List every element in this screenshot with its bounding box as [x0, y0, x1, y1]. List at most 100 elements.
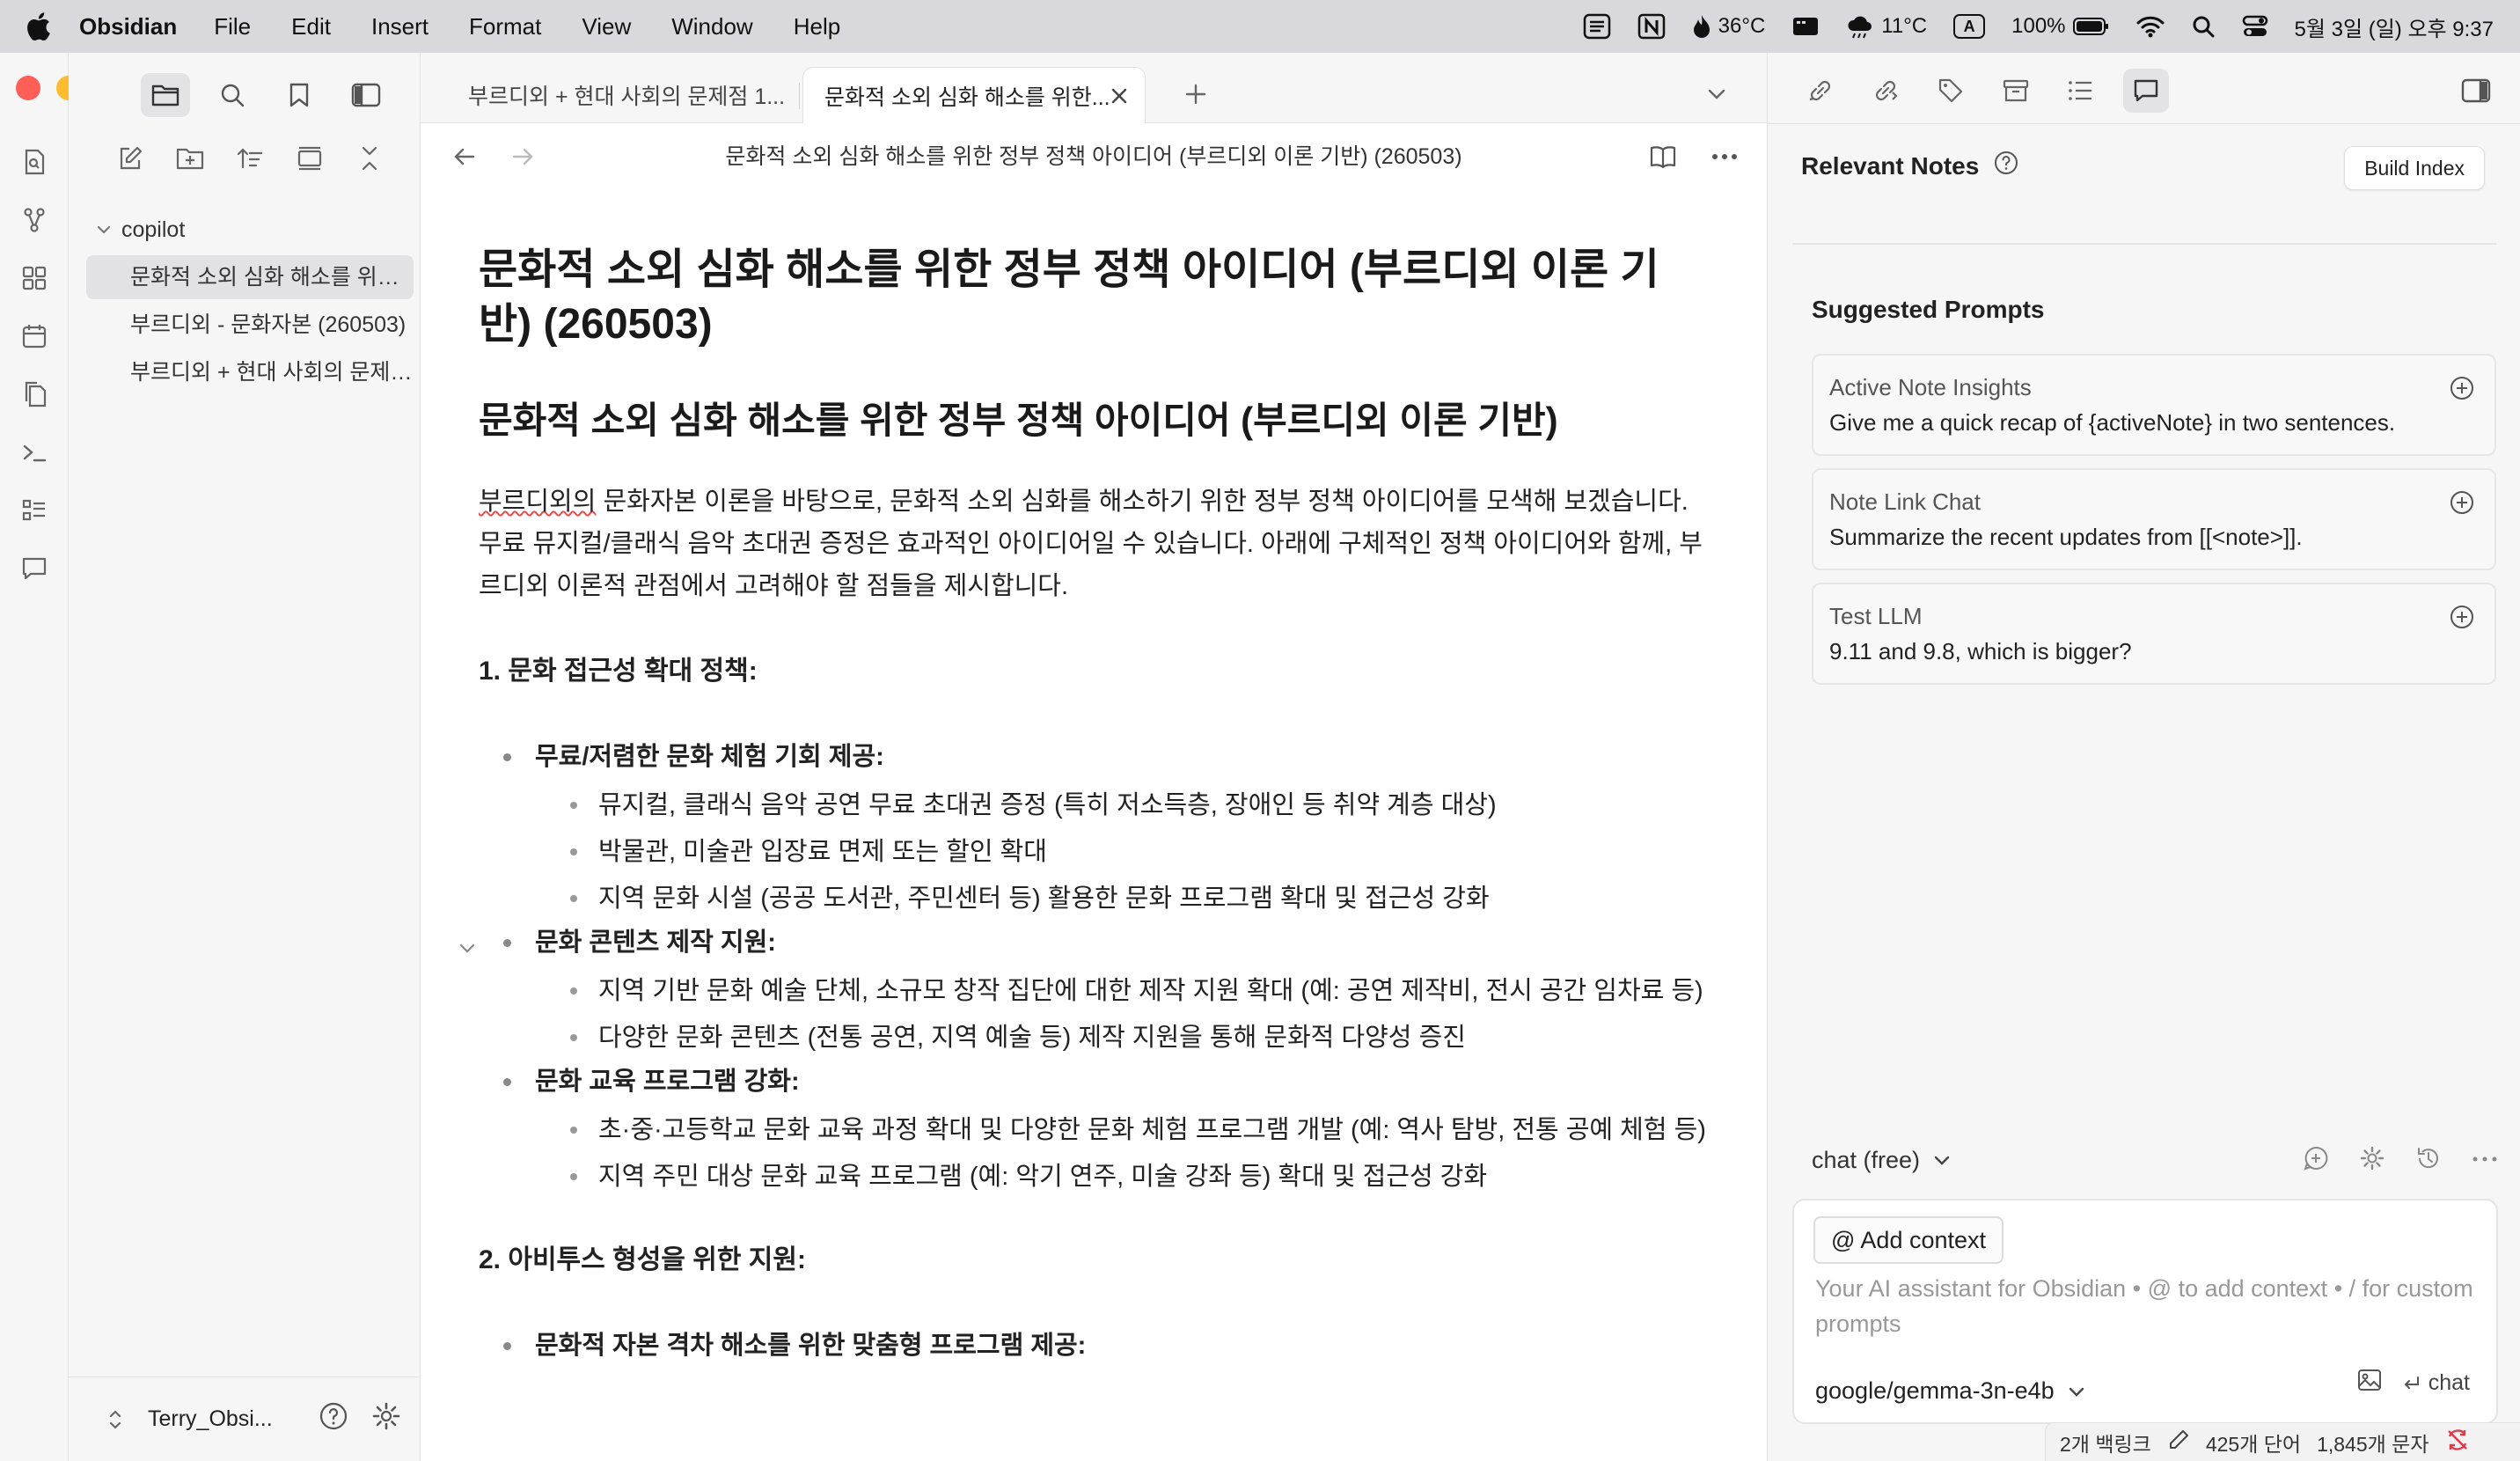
- chat-input-box[interactable]: @ Add context Your AI assistant for Obsi…: [1792, 1199, 2498, 1424]
- archive-icon[interactable]: [1993, 69, 2039, 113]
- menu-format[interactable]: Format: [469, 13, 541, 40]
- tab-bourdieu-modern-society[interactable]: 부르디외 + 현대 사회의 문제점 1...: [447, 67, 799, 123]
- edit-pencil-icon[interactable]: [2167, 1428, 2190, 1457]
- close-window-button[interactable]: [16, 76, 40, 100]
- sub-list-item[interactable]: 지역 기반 문화 예술 단체, 소규모 창작 집단에 대한 제작 지원 확대 (…: [535, 970, 1711, 1012]
- section-heading-2[interactable]: 2. 아비투스 형성을 위한 지원:: [479, 1238, 1711, 1282]
- sub-list-item[interactable]: 박물관, 미술관 입장료 면제 또는 할인 확대: [535, 831, 1711, 873]
- add-prompt-plus-icon[interactable]: [2449, 604, 2475, 635]
- battery-indicator[interactable]: 100%: [2011, 12, 2109, 40]
- notion-icon[interactable]: [1637, 12, 1666, 40]
- tags-icon[interactable]: [1928, 69, 1974, 113]
- copilot-chat-icon[interactable]: [18, 553, 50, 584]
- help-circle-icon[interactable]: [1993, 150, 2019, 182]
- file-item[interactable]: 부르디외 + 현대 사회의 문제점 (260503): [86, 350, 414, 394]
- menu-edit[interactable]: Edit: [291, 13, 331, 40]
- fold-chevron-down-icon[interactable]: [458, 927, 477, 973]
- menu-help[interactable]: Help: [794, 13, 840, 40]
- auto-reveal-icon[interactable]: [292, 141, 327, 176]
- copilot-chat-tab-icon[interactable]: [2123, 69, 2169, 113]
- note-heading-h2[interactable]: 문화적 소외 심화 해소를 위한 정부 정책 아이디어 (부르디외 이론 기반): [479, 396, 1711, 445]
- chat-mode-selector[interactable]: chat (free): [1812, 1147, 1952, 1174]
- send-chat-button[interactable]: chat: [2402, 1370, 2470, 1396]
- file-item[interactable]: 부르디외 - 문화자본 (260503): [86, 303, 414, 347]
- clock[interactable]: 5월 3일 (일) 오후 9:37: [2295, 11, 2494, 42]
- chat-input-placeholder[interactable]: Your AI assistant for Obsidian • @ to ad…: [1815, 1271, 2484, 1341]
- apple-logo-icon[interactable]: [23, 11, 53, 41]
- note-title-h1[interactable]: 문화적 소외 심화 해소를 위한 정부 정책 아이디어 (부르디외 이론 기반)…: [479, 243, 1711, 352]
- sub-list-item[interactable]: 지역 문화 시설 (공공 도서관, 주민센터 등) 활용한 문화 프로그램 확대…: [535, 877, 1711, 920]
- vault-switcher[interactable]: Terry_Obsi...: [69, 1377, 421, 1461]
- input-source-icon[interactable]: A: [1953, 12, 1986, 40]
- prompt-card[interactable]: Active Note Insights Give me a quick rec…: [1812, 354, 2496, 456]
- toggle-right-sidebar-icon[interactable]: [2453, 69, 2499, 113]
- new-tab-plus-icon[interactable]: [1174, 72, 1218, 116]
- daily-note-calendar-icon[interactable]: [18, 320, 50, 352]
- sort-order-icon[interactable]: [232, 141, 267, 176]
- list-item[interactable]: 문화 콘텐츠 제작 지원: 지역 기반 문화 예술 단체, 소규모 창작 집단에…: [459, 920, 1711, 1059]
- intro-paragraph[interactable]: 부르디외의 문화자본 이론을 바탕으로, 문화적 소외 심화를 해소하기 위한 …: [479, 481, 1711, 607]
- new-chat-icon[interactable]: [2303, 1145, 2329, 1176]
- chat-settings-gear-icon[interactable]: [2359, 1145, 2385, 1176]
- files-tab-folder-icon[interactable]: [141, 73, 190, 117]
- menu-view[interactable]: View: [582, 13, 631, 40]
- sub-list-item[interactable]: 뮤지컬, 클래식 음악 공연 무료 초대권 증정 (특히 저소득층, 장애인 등…: [535, 784, 1711, 826]
- spellcheck-underlined-word[interactable]: 부르디외의: [479, 488, 596, 516]
- new-note-icon[interactable]: [113, 141, 148, 176]
- display-icon[interactable]: [1791, 12, 1820, 40]
- list-item[interactable]: 무료/저렴한 문화 체험 기회 제공: 뮤지컬, 클래식 음악 공연 무료 초대…: [479, 734, 1711, 920]
- note-content[interactable]: 문화적 소외 심화 해소를 위한 정부 정책 아이디어 (부르디외 이론 기반)…: [459, 243, 1711, 1369]
- collapse-all-icon[interactable]: [352, 141, 387, 176]
- chevron-up-down-icon[interactable]: [102, 1407, 128, 1432]
- wifi-icon[interactable]: [2136, 12, 2165, 40]
- sub-list-item[interactable]: 초·중·고등학교 문화 교육 과정 확대 및 다양한 문화 체험 프로그램 개발…: [535, 1109, 1711, 1151]
- backlinks-icon[interactable]: [1798, 69, 1843, 113]
- attach-image-icon[interactable]: [2356, 1367, 2383, 1399]
- bookmarks-tab-icon[interactable]: [275, 73, 324, 117]
- notes-status-icon[interactable]: [1583, 12, 1611, 40]
- char-count[interactable]: 1,845개 문자: [2317, 1428, 2428, 1457]
- weather-indicator[interactable]: 11°C: [1846, 12, 1927, 40]
- graph-view-icon[interactable]: [18, 204, 50, 236]
- add-context-button[interactable]: @ Add context: [1813, 1216, 2004, 1264]
- reading-view-book-icon[interactable]: [1645, 139, 1681, 174]
- outgoing-links-icon[interactable]: [1863, 69, 1908, 113]
- list-item[interactable]: 문화적 자본 격차 해소를 위한 맞춤형 프로그램 제공:: [479, 1323, 1711, 1369]
- templates-copy-icon[interactable]: [18, 378, 50, 410]
- sync-error-icon[interactable]: [2445, 1428, 2470, 1457]
- section-heading-1[interactable]: 1. 문화 접근성 확대 정책:: [479, 650, 1711, 694]
- add-prompt-plus-icon[interactable]: [2449, 489, 2475, 520]
- menu-window[interactable]: Window: [671, 13, 752, 40]
- chevron-down-icon[interactable]: [86, 222, 121, 238]
- sub-list-item[interactable]: 지역 주민 대상 문화 교육 프로그램 (예: 악기 연주, 미술 강좌 등) …: [535, 1156, 1711, 1198]
- list-item[interactable]: 문화 교육 프로그램 강화: 초·중·고등학교 문화 교육 과정 확대 및 다양…: [479, 1059, 1711, 1198]
- search-tab-icon[interactable]: [208, 73, 257, 117]
- command-palette-icon[interactable]: [18, 437, 50, 468]
- menu-app-name[interactable]: Obsidian: [79, 13, 177, 40]
- settings-gear-icon[interactable]: [371, 1401, 401, 1437]
- flame-temp-indicator[interactable]: 36°C: [1692, 12, 1765, 40]
- close-tab-icon[interactable]: [1110, 86, 1129, 106]
- control-center-icon[interactable]: [2242, 12, 2268, 40]
- outline-list-icon[interactable]: [2058, 69, 2104, 113]
- chat-history-icon[interactable]: [2415, 1145, 2442, 1176]
- tab-list-chevron-down-icon[interactable]: [1695, 72, 1739, 116]
- menu-file[interactable]: File: [214, 13, 251, 40]
- file-item-active[interactable]: 문화적 소외 심화 해소를 위한 정부 정책 아이디어 (부르디외 이론 기반)…: [86, 255, 414, 299]
- chat-more-options-icon[interactable]: [2472, 1152, 2498, 1168]
- new-folder-icon[interactable]: [172, 141, 208, 176]
- list-checks-icon[interactable]: [18, 495, 50, 526]
- more-options-icon[interactable]: [1707, 139, 1742, 174]
- word-count[interactable]: 425개 단어: [2206, 1428, 2301, 1457]
- folder-copilot[interactable]: copilot: [86, 208, 414, 252]
- help-icon[interactable]: [319, 1401, 348, 1437]
- tab-active-cultural-policy[interactable]: 문화적 소외 심화 해소를 위한...: [802, 67, 1146, 123]
- note-header-title[interactable]: 문화적 소외 심화 해소를 위한 정부 정책 아이디어 (부르디외 이론 기반)…: [421, 139, 1767, 174]
- add-prompt-plus-icon[interactable]: [2449, 375, 2475, 406]
- sub-list-item[interactable]: 다양한 문화 콘텐츠 (전통 공연, 지역 예술 등) 제작 지원을 통해 문화…: [535, 1017, 1711, 1059]
- spotlight-search-icon[interactable]: [2191, 12, 2216, 40]
- toggle-sidebar-icon[interactable]: [341, 73, 391, 117]
- prompt-card[interactable]: Test LLM 9.11 and 9.8, which is bigger?: [1812, 583, 2496, 685]
- model-selector[interactable]: google/gemma-3n-e4b: [1815, 1377, 2086, 1405]
- build-index-button[interactable]: Build Index: [2344, 146, 2485, 190]
